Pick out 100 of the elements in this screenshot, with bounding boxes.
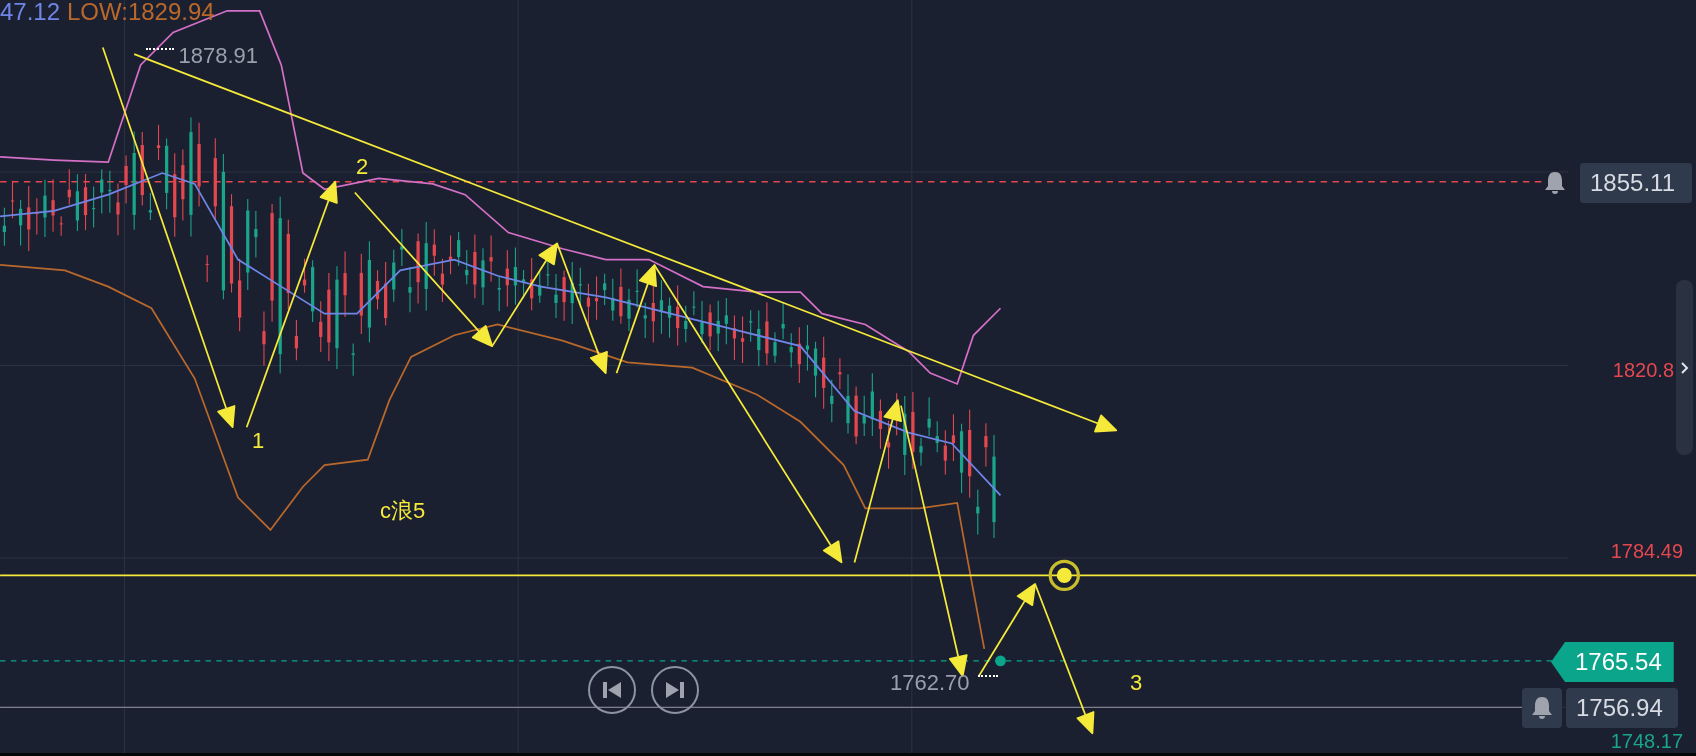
candlestick xyxy=(935,420,939,453)
candlestick xyxy=(19,199,23,247)
candlestick xyxy=(100,168,104,214)
target-marker-icon xyxy=(1048,559,1080,592)
candlestick xyxy=(927,396,931,437)
skip-forward-icon xyxy=(666,682,684,698)
candlestick xyxy=(124,155,128,205)
candlestick xyxy=(765,301,769,366)
alert-price-label: 1756.94 xyxy=(1566,688,1678,728)
candlestick xyxy=(603,273,607,306)
candlestick xyxy=(440,258,445,303)
candlestick xyxy=(594,276,599,321)
price-axis-label: 1748.17 xyxy=(1610,731,1683,751)
candlestick xyxy=(108,170,112,214)
candlestick xyxy=(489,234,493,283)
candlestick xyxy=(943,429,947,476)
candlestick xyxy=(156,124,161,161)
candlestick xyxy=(375,269,380,311)
candlestick xyxy=(148,192,153,221)
alert-button[interactable] xyxy=(1522,688,1562,728)
candlestick xyxy=(878,398,883,450)
candlestick xyxy=(59,215,63,237)
candlestick xyxy=(773,331,777,364)
candlestick xyxy=(311,259,315,323)
candlestick xyxy=(343,251,347,318)
candlestick xyxy=(408,266,412,313)
last-price-dot xyxy=(995,655,1006,667)
candlestick xyxy=(959,423,964,494)
candlestick xyxy=(732,315,737,361)
skip-back-button[interactable] xyxy=(588,666,636,714)
candlestick xyxy=(781,301,785,340)
candlestick xyxy=(813,341,818,398)
candlestick xyxy=(294,319,299,361)
candlestick xyxy=(262,311,266,367)
candlestick xyxy=(351,343,355,377)
candlestick xyxy=(67,168,71,205)
candlestick xyxy=(465,249,469,285)
candlestick xyxy=(43,179,47,238)
candlestick xyxy=(684,305,688,343)
candlestick xyxy=(797,326,801,384)
candlestick xyxy=(862,395,866,437)
candlestick xyxy=(708,303,712,351)
candlestick xyxy=(700,300,704,344)
candlestick xyxy=(757,309,761,367)
price-axis-label: 1820.8 xyxy=(1612,360,1674,380)
candlestick xyxy=(457,231,461,267)
candlestick xyxy=(205,254,209,283)
candlestick xyxy=(400,228,404,267)
wave-label: 1 xyxy=(252,430,265,452)
candlestick xyxy=(530,257,534,311)
bell-icon[interactable] xyxy=(1531,696,1553,720)
candlestick xyxy=(554,273,558,319)
skip-forward-button[interactable] xyxy=(651,666,699,714)
candlestick xyxy=(838,357,842,390)
candlestick xyxy=(651,284,655,344)
candlestick xyxy=(83,173,88,231)
low-price-label: 1762.70 xyxy=(890,672,970,694)
candlestick xyxy=(667,296,672,339)
candlestick xyxy=(35,197,39,235)
candlestick xyxy=(2,207,6,247)
candlestick xyxy=(740,316,745,364)
scroll-handle[interactable] xyxy=(1676,280,1693,455)
candlestick xyxy=(116,183,120,236)
candlestick xyxy=(805,324,810,372)
candlestick xyxy=(749,309,753,343)
candlestick xyxy=(951,413,956,462)
candlestick xyxy=(846,373,850,434)
candlestick xyxy=(676,285,680,346)
candlestick xyxy=(513,247,518,306)
skip-back-icon xyxy=(603,682,621,698)
candlestick xyxy=(432,228,436,277)
candlestick xyxy=(886,420,891,470)
candlestick xyxy=(448,234,453,275)
current-price-tag: 1765.54 xyxy=(1551,642,1674,682)
candlestick xyxy=(10,180,15,219)
candlestick xyxy=(635,268,639,309)
chevron-right-icon xyxy=(1680,361,1689,374)
wave-label: c浪5 xyxy=(380,500,426,522)
dotted-leader-line xyxy=(978,675,998,677)
alert-price-label: 1855.11 xyxy=(1580,163,1692,203)
candlestick xyxy=(27,185,31,252)
candlestick xyxy=(643,302,647,339)
candlestick xyxy=(919,437,923,467)
candlestick xyxy=(481,247,485,306)
lower-band-value: LOW:1829.94 xyxy=(67,0,215,24)
candlestick xyxy=(870,372,874,437)
candlestick xyxy=(627,288,631,332)
candlestick xyxy=(854,385,858,445)
candlestick xyxy=(789,332,793,369)
candlestick xyxy=(724,297,728,345)
bell-icon[interactable] xyxy=(1544,171,1566,195)
candlestick xyxy=(716,300,720,352)
candlestick xyxy=(984,422,988,467)
candlestick xyxy=(473,233,477,299)
candlestick xyxy=(976,489,980,536)
candlestick xyxy=(254,210,258,258)
high-price-label: 1878.91 xyxy=(178,45,258,67)
candlestick xyxy=(619,267,623,325)
candlestick xyxy=(75,173,79,232)
candlestick xyxy=(505,249,509,308)
